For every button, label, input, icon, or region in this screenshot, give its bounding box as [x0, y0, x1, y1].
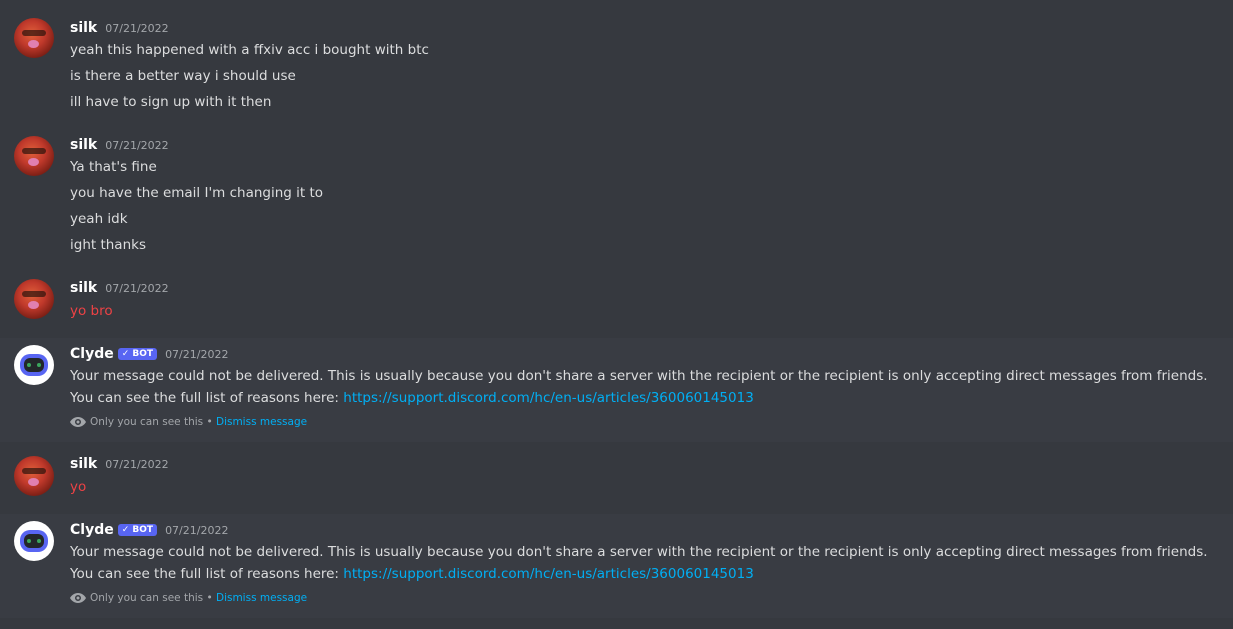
robot-eye-icon: [27, 363, 31, 367]
ephemeral-message-group: Clyde ✓ BOT 07/21/2022 Your message coul…: [0, 514, 1233, 618]
user-avatar[interactable]: [14, 18, 54, 58]
user-avatar[interactable]: [14, 456, 54, 496]
message-text: ill have to sign up with it then: [70, 94, 272, 110]
message-text-with-link: You can see the full list of reasons her…: [70, 565, 754, 583]
message-group: silk 07/21/2022 yo bro: [0, 265, 1233, 333]
message-text: you have the email I'm changing it to: [70, 185, 324, 201]
message-text: Ya that's fine: [70, 159, 157, 175]
ephemeral-note: Only you can see this • Dismiss message: [70, 416, 307, 428]
dismiss-message-link[interactable]: Dismiss message: [216, 416, 307, 428]
message-text: yeah this happened with a ffxiv acc i bo…: [70, 42, 429, 58]
author-name[interactable]: silk: [70, 456, 97, 472]
dismiss-message-link[interactable]: Dismiss message: [216, 592, 307, 604]
author-name[interactable]: Clyde: [70, 346, 114, 362]
message-timestamp: 07/21/2022: [165, 348, 229, 361]
user-avatar[interactable]: [14, 136, 54, 176]
message-text: is there a better way i should use: [70, 68, 296, 84]
message-text: You can see the full list of reasons her…: [70, 566, 344, 582]
author-name[interactable]: silk: [70, 20, 97, 36]
robot-eye-icon: [27, 539, 31, 543]
ephemeral-message-group: Clyde ✓ BOT 07/21/2022 Your message coul…: [0, 338, 1233, 442]
message-text-with-link: You can see the full list of reasons her…: [70, 389, 754, 407]
failed-message-text: yo bro: [70, 303, 113, 319]
failed-message-text: yo: [70, 479, 87, 495]
message-text: Your message could not be delivered. Thi…: [70, 544, 1208, 560]
only-you-label: Only you can see this: [90, 592, 204, 604]
message-group: silk 07/21/2022 Ya that's fine you have …: [0, 120, 1233, 265]
message-timestamp: 07/21/2022: [105, 282, 169, 295]
support-link[interactable]: https://support.discord.com/hc/en-us/art…: [343, 566, 754, 582]
clyde-robot-avatar[interactable]: [14, 521, 54, 561]
eye-icon: [70, 593, 86, 603]
bot-badge: ✓ BOT: [117, 348, 158, 360]
message-timestamp: 07/21/2022: [105, 22, 169, 35]
message-timestamp: 07/21/2022: [105, 139, 169, 152]
only-you-label: Only you can see this: [90, 416, 204, 428]
robot-eye-icon: [37, 363, 41, 367]
ephemeral-note: Only you can see this • Dismiss message: [70, 592, 307, 604]
message-timestamp: 07/21/2022: [165, 524, 229, 537]
bot-badge-label: BOT: [132, 525, 154, 535]
support-link[interactable]: https://support.discord.com/hc/en-us/art…: [343, 390, 754, 406]
clyde-robot-avatar[interactable]: [14, 345, 54, 385]
message-group: silk 07/21/2022 yo: [0, 442, 1233, 508]
eye-icon: [70, 417, 86, 427]
author-name[interactable]: silk: [70, 280, 97, 296]
chat-message-list: silk 07/21/2022 yeah this happened with …: [0, 0, 1233, 629]
separator: •: [203, 416, 216, 428]
message-group: silk 07/21/2022 yeah this happened with …: [0, 0, 1233, 120]
bot-badge: ✓ BOT: [117, 524, 158, 536]
separator: •: [203, 592, 216, 604]
message-text: Your message could not be delivered. Thi…: [70, 368, 1208, 384]
robot-eye-icon: [37, 539, 41, 543]
message-text: You can see the full list of reasons her…: [70, 390, 344, 406]
message-timestamp: 07/21/2022: [105, 458, 169, 471]
message-text: ight thanks: [70, 237, 146, 253]
message-text: yeah idk: [70, 211, 128, 227]
author-name[interactable]: silk: [70, 137, 97, 153]
author-name[interactable]: Clyde: [70, 522, 114, 538]
user-avatar[interactable]: [14, 279, 54, 319]
bot-badge-label: BOT: [132, 349, 154, 359]
